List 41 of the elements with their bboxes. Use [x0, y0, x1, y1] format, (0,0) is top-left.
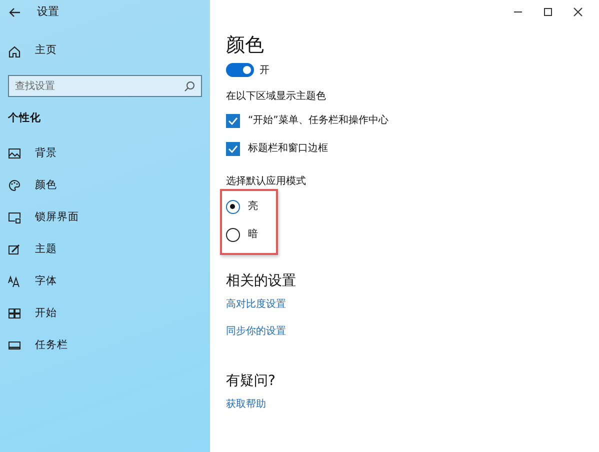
taskbar-icon — [8, 339, 21, 352]
font-icon — [8, 275, 21, 288]
radio-label: 亮 — [248, 200, 258, 214]
search-field[interactable]: 查找设置 — [8, 75, 202, 97]
search-icon — [183, 80, 196, 92]
palette-icon — [8, 179, 21, 192]
checkbox-label: 标题栏和窗口边框 — [248, 142, 328, 156]
nav-item[interactable]: 开始 — [35, 306, 57, 322]
picture-icon — [8, 147, 21, 160]
close-icon[interactable] — [573, 7, 583, 17]
toggle-switch[interactable] — [226, 63, 254, 78]
section-heading: 有疑问? — [226, 372, 276, 392]
page-title: 颜色 — [226, 34, 265, 57]
screen-lock-icon — [8, 211, 21, 224]
section-heading: 相关的设置 — [226, 272, 297, 292]
link[interactable]: 同步你的设置 — [226, 324, 286, 339]
link[interactable]: 高对比度设置 — [226, 297, 286, 312]
nav-item[interactable]: 字体 — [35, 274, 57, 290]
home-link[interactable]: 主页 — [35, 43, 57, 59]
link[interactable]: 获取帮助 — [226, 399, 266, 410]
checkbox-label: “开始”菜单、任务栏和操作中心 — [248, 114, 388, 128]
brush-icon — [8, 243, 21, 256]
group-heading: 选择默认应用模式 — [226, 174, 307, 189]
home-icon — [8, 44, 21, 58]
radio-label: 暗 — [248, 228, 258, 242]
radio-button[interactable] — [226, 228, 240, 242]
section-heading: 个性化 — [8, 111, 42, 126]
toggle-label: 开 — [260, 64, 270, 78]
window-title: 设置 — [37, 4, 59, 20]
nav-item[interactable]: 颜色 — [35, 178, 57, 194]
nav-item[interactable]: 背景 — [35, 146, 57, 162]
back-arrow-icon[interactable] — [8, 6, 21, 18]
checkbox[interactable] — [226, 142, 240, 156]
checkbox[interactable] — [226, 114, 240, 128]
nav-item[interactable]: 主题 — [35, 242, 57, 258]
group-heading: 在以下区域显示主题色 — [226, 90, 327, 104]
nav-item[interactable]: 任务栏 — [35, 338, 68, 354]
tiles-icon — [8, 307, 21, 320]
nav-item[interactable]: 锁屏界面 — [35, 210, 79, 226]
maximize-icon[interactable] — [543, 7, 553, 17]
radio-button[interactable] — [226, 200, 240, 214]
